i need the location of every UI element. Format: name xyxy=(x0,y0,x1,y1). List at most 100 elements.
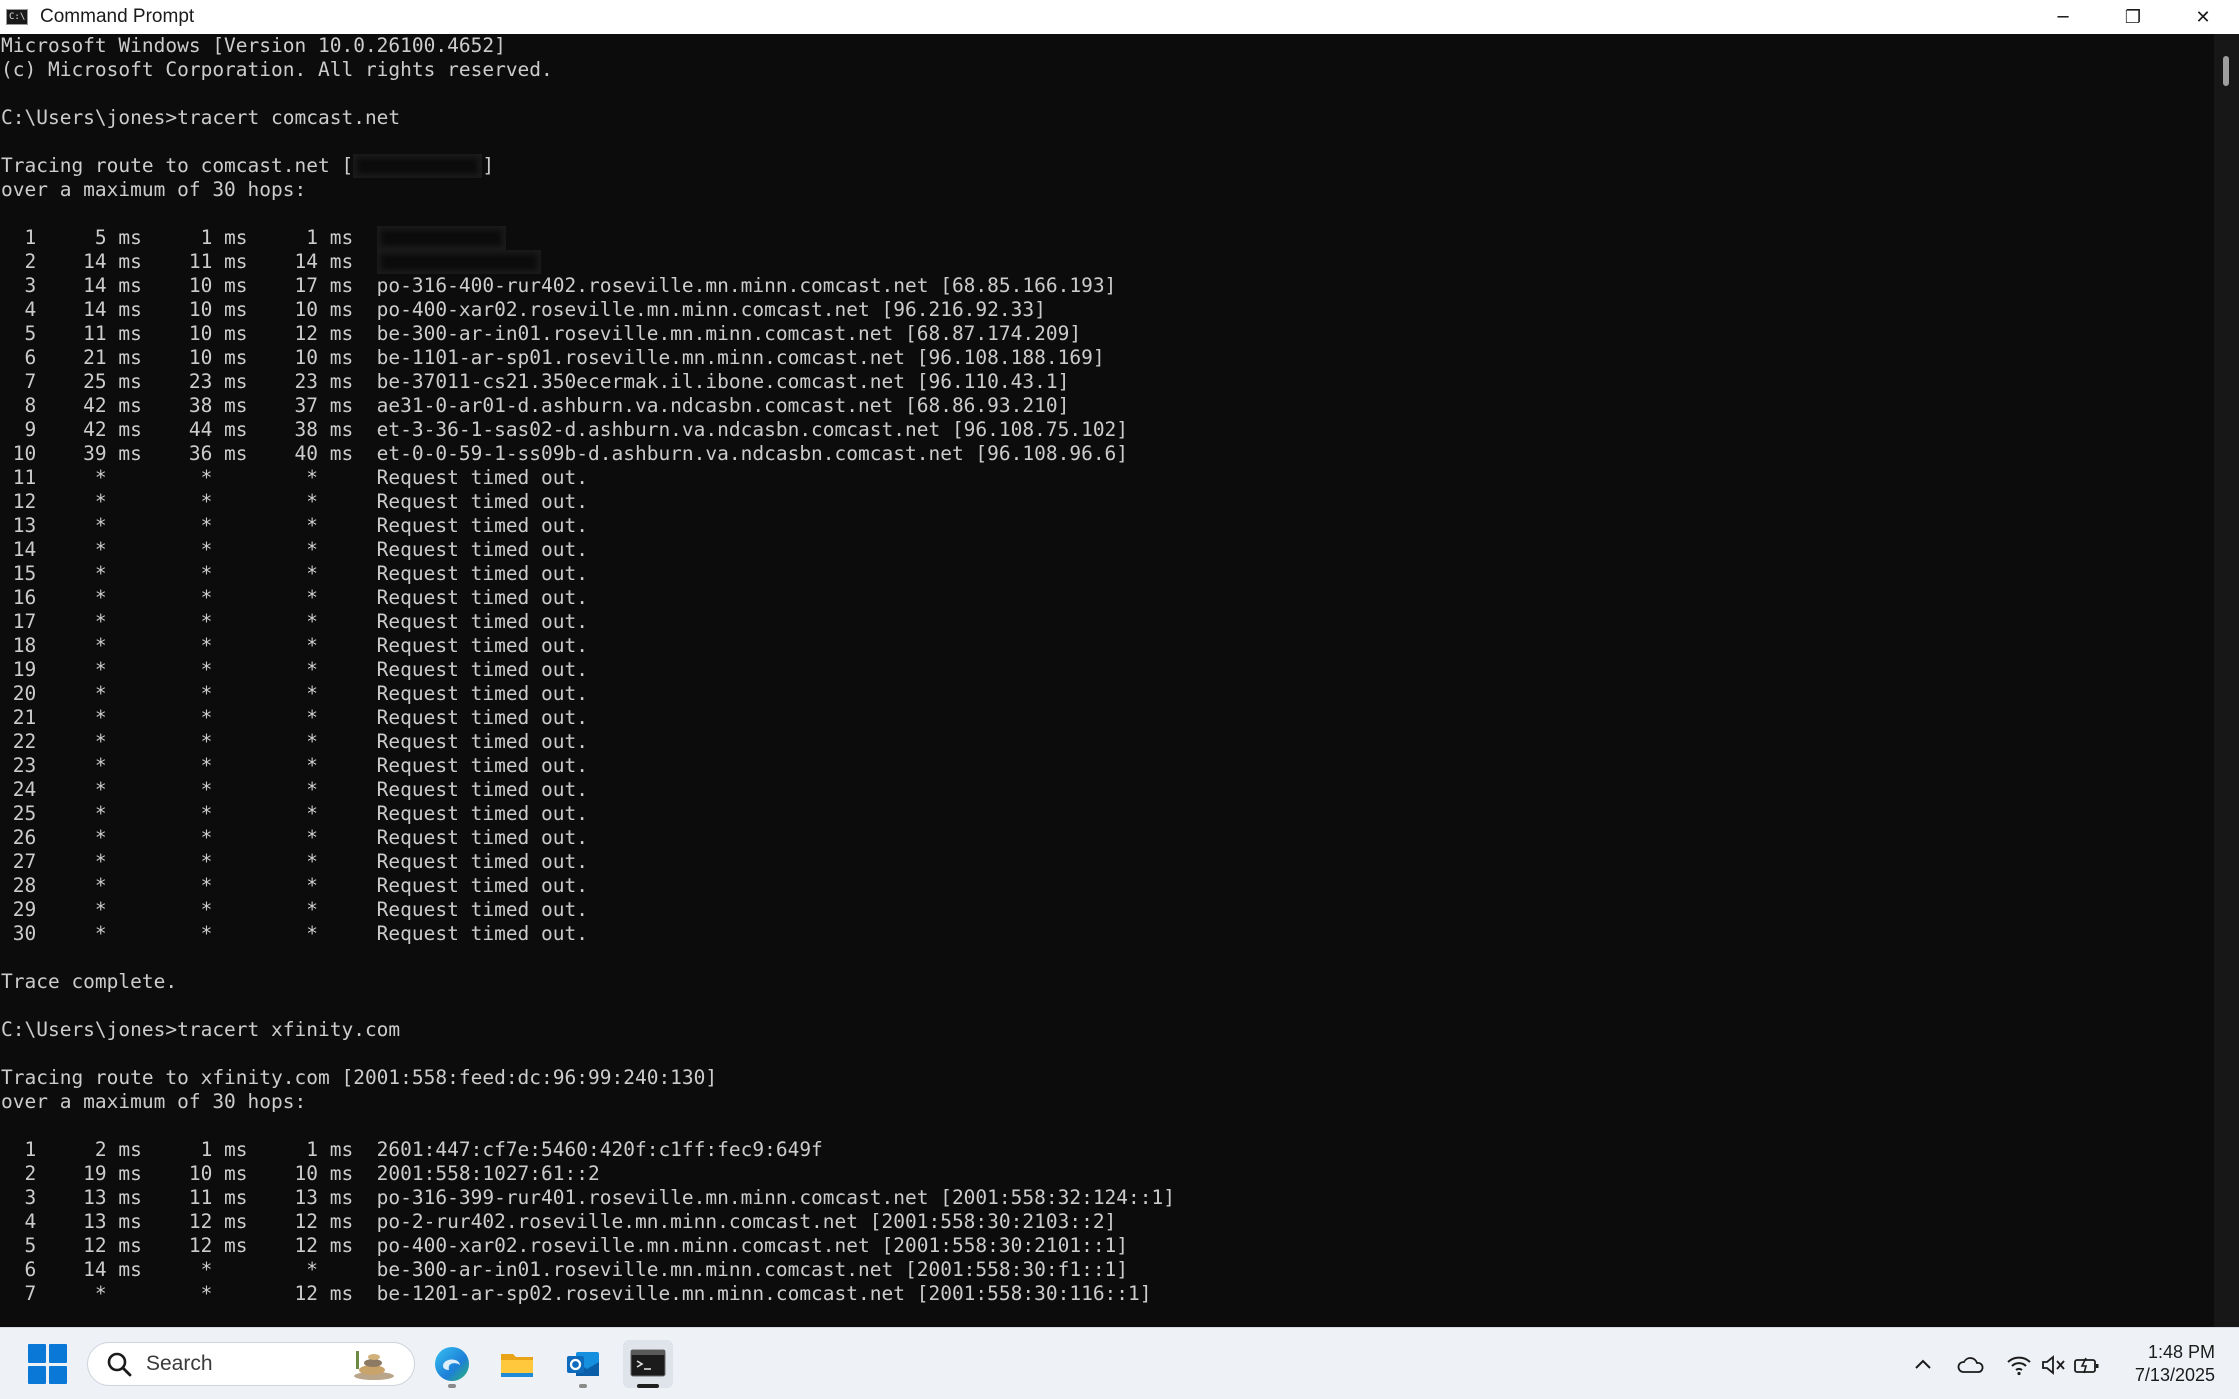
app-active-indicator xyxy=(637,1384,659,1388)
console-line: 17 * * * Request timed out. xyxy=(1,610,588,633)
show-hidden-icons-button[interactable] xyxy=(1908,1350,1938,1380)
minimize-button[interactable]: ─ xyxy=(2028,0,2098,34)
search-highlight-icon xyxy=(354,1351,394,1380)
console-line: 19 * * * Request timed out. xyxy=(1,658,588,681)
console-line: 2 14 ms 11 ms 14 ms 10.0.0.0.0.0.0 xyxy=(1,250,2214,274)
taskbar-search-box[interactable]: Search xyxy=(87,1342,415,1386)
window-title: Command Prompt xyxy=(40,6,195,27)
onedrive-tray-button[interactable] xyxy=(1956,1350,1986,1380)
search-placeholder: Search xyxy=(146,1352,213,1375)
edge-icon xyxy=(435,1347,469,1381)
folder-icon xyxy=(501,1354,533,1377)
console-line: 15 * * * Request timed out. xyxy=(1,562,588,585)
search-icon xyxy=(107,1352,132,1377)
console-line: 23 * * * Request timed out. xyxy=(1,754,588,777)
console-line: 24 * * * Request timed out. xyxy=(1,778,588,801)
console-line: 1 5 ms 1 ms 1 ms 192.168.1.1 xyxy=(1,226,2214,250)
clock-date: 7/13/2025 xyxy=(2134,1365,2215,1385)
console-line: 27 * * * Request timed out. xyxy=(1,850,588,873)
command-prompt-icon: C:\ xyxy=(6,9,28,25)
console-line: 28 * * * Request timed out. xyxy=(1,874,588,897)
maximize-button[interactable]: ❐ xyxy=(2098,0,2168,34)
console-line: over a maximum of 30 hops: xyxy=(1,178,307,201)
console-line: Trace complete. xyxy=(1,970,178,993)
console-line: 29 * * * Request timed out. xyxy=(1,898,588,921)
console-line: 13 * * * Request timed out. xyxy=(1,514,588,537)
file-explorer-app-button[interactable] xyxy=(492,1340,542,1388)
console-line: 16 * * * Request timed out. xyxy=(1,586,588,609)
battery-icon xyxy=(2074,1357,2099,1374)
console-line: 2 19 ms 10 ms 10 ms 2001:558:1027:61::2 xyxy=(1,1162,600,1185)
system-clock[interactable]: 1:48 PM 7/13/2025 xyxy=(2135,1341,2215,1387)
console-line-text: Tracing route to comcast.net [ xyxy=(1,154,354,177)
close-button[interactable]: ✕ xyxy=(2168,0,2238,34)
redacted-address: 10.0.0.0.0.0.0 xyxy=(376,250,542,274)
windows-logo-pane xyxy=(28,1365,46,1384)
chevron-up-icon xyxy=(1915,1359,1931,1369)
console-line: C:\Users\jones>tracert comcast.net xyxy=(1,106,401,129)
vertical-scrollbar[interactable] xyxy=(2214,34,2239,1327)
console-output[interactable]: Microsoft Windows [Version 10.0.26100.46… xyxy=(0,34,2214,1327)
console-line: Tracing route to xfinity.com [2001:558:f… xyxy=(1,1066,718,1089)
volume-tray-button[interactable] xyxy=(2038,1350,2068,1380)
network-tray-button[interactable] xyxy=(2004,1350,2034,1380)
console-line: 11 * * * Request timed out. xyxy=(1,466,588,489)
windows-logo-pane xyxy=(49,1344,67,1363)
console-line: 6 14 ms * * be-300-ar-in01.roseville.mn.… xyxy=(1,1258,1129,1281)
volume-muted-icon xyxy=(2042,1355,2065,1375)
console-line: 12 * * * Request timed out. xyxy=(1,490,588,513)
console-line: (c) Microsoft Corporation. All rights re… xyxy=(1,58,553,81)
title-bar[interactable]: C:\ Command Prompt ─ ❐ ✕ xyxy=(0,0,2239,34)
battery-tray-button[interactable] xyxy=(2072,1350,2102,1380)
console-line: 9 42 ms 44 ms 38 ms et-3-36-1-sas02-d.as… xyxy=(1,418,1129,441)
console-line: 7 * * 12 ms be-1201-ar-sp02.roseville.mn… xyxy=(1,1282,1152,1305)
edge-app-button[interactable] xyxy=(427,1340,477,1388)
windows-logo-pane xyxy=(28,1344,46,1363)
scrollbar-thumb[interactable] xyxy=(2223,56,2229,86)
app-running-indicator xyxy=(579,1384,587,1388)
console-line: 25 * * * Request timed out. xyxy=(1,802,588,825)
console-line: 30 * * * Request timed out. xyxy=(1,922,588,945)
terminal-icon xyxy=(630,1349,666,1377)
console-line: 5 11 ms 10 ms 12 ms be-300-ar-in01.rosev… xyxy=(1,322,1082,345)
taskbar: Search 1:48 PM 7/13/2025 xyxy=(0,1327,2239,1399)
redacted-address: 96.99.227.0 xyxy=(353,154,483,178)
console-line: Microsoft Windows [Version 10.0.26100.46… xyxy=(1,34,506,57)
console-line: 21 * * * Request timed out. xyxy=(1,706,588,729)
console-line: 3 13 ms 11 ms 13 ms po-316-399-rur401.ro… xyxy=(1,1186,1175,1209)
app-running-indicator xyxy=(448,1384,456,1388)
console-line: 26 * * * Request timed out. xyxy=(1,826,588,849)
console-line: 10 39 ms 36 ms 40 ms et-0-0-59-1-ss09b-d… xyxy=(1,442,1129,465)
outlook-icon xyxy=(567,1352,599,1376)
console-line: Tracing route to comcast.net [96.99.227.… xyxy=(1,154,2214,178)
console-line: 4 14 ms 10 ms 10 ms po-400-xar02.rosevil… xyxy=(1,298,1046,321)
console-line: 22 * * * Request timed out. xyxy=(1,730,588,753)
redacted-address: 192.168.1.1 xyxy=(376,226,506,250)
console-line: over a maximum of 30 hops: xyxy=(1,1090,307,1113)
console-line: 6 21 ms 10 ms 10 ms be-1101-ar-sp01.rose… xyxy=(1,346,1105,369)
console-line: 7 25 ms 23 ms 23 ms be-37011-cs21.350ece… xyxy=(1,370,1070,393)
windows-logo-pane xyxy=(49,1365,67,1384)
console-line: 8 42 ms 38 ms 37 ms ae31-0-ar01-d.ashbur… xyxy=(1,394,1070,417)
console-line: 3 14 ms 10 ms 17 ms po-316-400-rur402.ro… xyxy=(1,274,1117,297)
outlook-app-button[interactable] xyxy=(558,1340,608,1388)
wifi-icon xyxy=(2007,1356,2031,1376)
console-line-text: 2 14 ms 11 ms 14 ms xyxy=(1,250,377,273)
console-line-text: ] xyxy=(482,154,495,177)
onedrive-icon xyxy=(1957,1357,1984,1373)
console-text: Microsoft Windows [Version 10.0.26100.46… xyxy=(0,34,2214,1306)
command-prompt-app-button[interactable] xyxy=(623,1340,673,1388)
clock-time: 1:48 PM xyxy=(2147,1342,2215,1362)
console-line: 4 13 ms 12 ms 12 ms po-2-rur402.rosevill… xyxy=(1,1210,1117,1233)
console-line: 1 2 ms 1 ms 1 ms 2601:447:cf7e:5460:420f… xyxy=(1,1138,823,1161)
console-line: 5 12 ms 12 ms 12 ms po-400-xar02.rosevil… xyxy=(1,1234,1129,1257)
console-line-text: 1 5 ms 1 ms 1 ms xyxy=(1,226,377,249)
start-button[interactable] xyxy=(28,1344,68,1384)
